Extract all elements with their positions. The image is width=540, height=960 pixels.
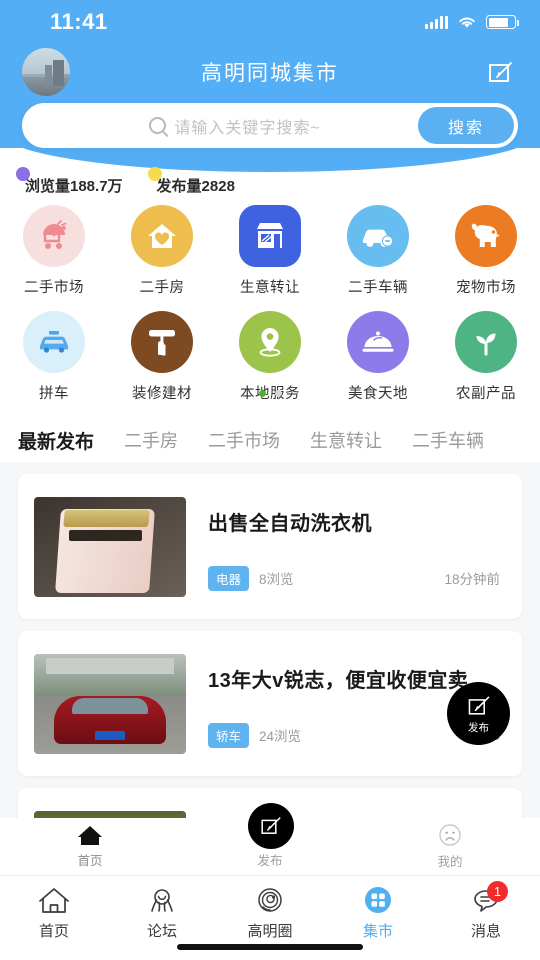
shop-icon bbox=[239, 205, 301, 267]
category-label: 宠物市场 bbox=[456, 280, 516, 296]
stat-posts: 发布量2828 bbox=[147, 166, 235, 196]
status-bar-clock: 11:41 bbox=[50, 9, 108, 34]
search-input-area[interactable]: 请输入关键字搜索~ bbox=[22, 114, 418, 138]
search-bar[interactable]: 请输入关键字搜索~ 搜索 bbox=[22, 103, 518, 148]
home-filled-icon bbox=[78, 826, 102, 845]
status-badge: 电器 bbox=[208, 565, 250, 591]
listing-title: 出售全自动洗衣机 bbox=[208, 512, 372, 535]
page-title: 高明同城集市 bbox=[201, 62, 339, 85]
tab-latest[interactable]: 最新发布 bbox=[18, 427, 94, 454]
tabbar-item-market[interactable]: 集市 bbox=[324, 885, 432, 941]
compose-edit-icon bbox=[261, 817, 281, 834]
home-indicator bbox=[177, 944, 363, 950]
category-item-secondhand-house[interactable]: 二手房 bbox=[108, 205, 216, 297]
overlay-nav-label: 我的 bbox=[437, 855, 463, 869]
overlay-nav-label: 首页 bbox=[77, 854, 103, 868]
tabbar-item-messages[interactable]: 1 消息 bbox=[432, 881, 540, 941]
food-cloche-icon bbox=[347, 311, 409, 373]
taxi-icon bbox=[23, 311, 85, 373]
search-input[interactable]: 请输入关键字搜索~ bbox=[174, 114, 320, 138]
tabbar-label: 集市 bbox=[362, 923, 393, 940]
publish-fab[interactable]: 发布 bbox=[447, 682, 510, 745]
status-bar: 11:41 bbox=[0, 0, 540, 44]
tab-used-cars[interactable]: 二手车辆 bbox=[412, 427, 484, 453]
tab-business-transfer[interactable]: 生意转让 bbox=[310, 427, 382, 453]
listing-list[interactable]: 出售全自动洗衣机 电器 8浏览 18分钟前 13年大v锐志，便宜收便宜卖 轿车 … bbox=[0, 462, 540, 822]
stat-views-label: 浏览量188.7万 bbox=[25, 177, 123, 195]
tabbar-item-forum[interactable]: 论坛 bbox=[108, 885, 216, 941]
search-icon bbox=[149, 117, 167, 134]
stats-row: 浏览量188.7万 发布量2828 bbox=[0, 166, 540, 200]
home-outline-icon bbox=[39, 888, 69, 913]
tabbar-label: 消息 bbox=[470, 923, 501, 940]
car-icon bbox=[347, 205, 409, 267]
overlay-nav-item-mine[interactable]: 我的 bbox=[360, 823, 540, 870]
category-item-business-transfer[interactable]: 生意转让 bbox=[216, 205, 324, 297]
compose-edit-icon bbox=[468, 696, 489, 715]
signal-bars-icon bbox=[425, 15, 448, 29]
market-grid-icon bbox=[365, 887, 391, 913]
carousel-dot[interactable] bbox=[274, 390, 282, 397]
search-button[interactable]: 搜索 bbox=[418, 107, 514, 144]
listing-content: 出售全自动洗衣机 电器 8浏览 18分钟前 bbox=[186, 497, 506, 597]
stroller-icon bbox=[23, 205, 85, 267]
wifi-icon bbox=[459, 17, 475, 28]
house-heart-icon bbox=[131, 205, 193, 267]
listing-thumbnail bbox=[34, 496, 186, 597]
listing-views: 24浏览 bbox=[259, 729, 302, 744]
tab-secondhand-house[interactable]: 二手房 bbox=[124, 427, 178, 453]
listing-tabs[interactable]: 最新发布 二手房 二手市场 生意转让 二手车辆 bbox=[0, 418, 540, 462]
stat-dot-yellow bbox=[147, 166, 162, 181]
paint-roller-icon bbox=[131, 311, 193, 373]
circle-orbit-icon bbox=[258, 888, 282, 912]
battery-icon bbox=[486, 15, 519, 29]
listing-thumbnail bbox=[34, 653, 186, 754]
tabbar-label: 首页 bbox=[38, 923, 69, 940]
sad-face-icon bbox=[439, 824, 461, 846]
tabbar-item-circle[interactable]: 高明圈 bbox=[216, 885, 324, 941]
header-nav-row: 高明同城集市 bbox=[0, 44, 540, 100]
tabbar-label: 论坛 bbox=[146, 923, 177, 940]
status-bar-indicators bbox=[425, 15, 519, 30]
avatar[interactable] bbox=[22, 48, 70, 96]
category-item-pet-market[interactable]: 宠物市场 bbox=[432, 205, 540, 297]
category-label: 二手车辆 bbox=[348, 280, 408, 296]
listing-time: 18分钟前 bbox=[444, 572, 500, 587]
listing-meta: 电器 8浏览 18分钟前 bbox=[208, 565, 506, 591]
category-label: 二手房 bbox=[139, 280, 185, 296]
forum-icon bbox=[151, 889, 173, 912]
list-item[interactable]: 出售全自动洗衣机 电器 8浏览 18分钟前 bbox=[18, 474, 522, 619]
category-label: 生意转让 bbox=[240, 280, 300, 296]
publish-fab-secondary[interactable] bbox=[248, 803, 294, 849]
category-grid: 二手市场 二手房 生意转让 二手车辆 宠物市场 拼车 装修建材 本地服务 美食天… bbox=[0, 205, 540, 402]
tabbar-label: 高明圈 bbox=[247, 923, 293, 940]
category-item-used-cars[interactable]: 二手车辆 bbox=[324, 205, 432, 297]
overlay-nav-label: 发布 bbox=[257, 854, 283, 868]
list-item[interactable]: 13年大v锐志，便宜收便宜卖 轿车 24浏览 18 bbox=[18, 631, 522, 776]
category-item-secondhand-market[interactable]: 二手市场 bbox=[0, 205, 108, 297]
stat-views: 浏览量188.7万 bbox=[16, 166, 123, 196]
carousel-dots[interactable] bbox=[0, 390, 540, 397]
overlay-nav-item-home[interactable]: 首页 bbox=[0, 824, 180, 869]
listing-views: 8浏览 bbox=[259, 572, 294, 587]
tabbar-item-home[interactable]: 首页 bbox=[0, 885, 108, 941]
tab-secondhand-market[interactable]: 二手市场 bbox=[208, 427, 280, 453]
status-badge: 轿车 bbox=[208, 722, 250, 748]
stat-dot-purple bbox=[16, 166, 30, 181]
sprout-icon bbox=[455, 311, 517, 373]
carousel-dot-active[interactable] bbox=[258, 390, 266, 397]
map-pin-icon bbox=[239, 311, 301, 373]
stat-posts-label: 发布量2828 bbox=[156, 177, 235, 195]
category-label: 二手市场 bbox=[24, 280, 84, 296]
dog-icon bbox=[455, 205, 517, 267]
compose-edit-icon[interactable] bbox=[484, 55, 518, 89]
status-badge: 1 bbox=[487, 881, 508, 902]
publish-fab-label: 发布 bbox=[468, 721, 489, 734]
